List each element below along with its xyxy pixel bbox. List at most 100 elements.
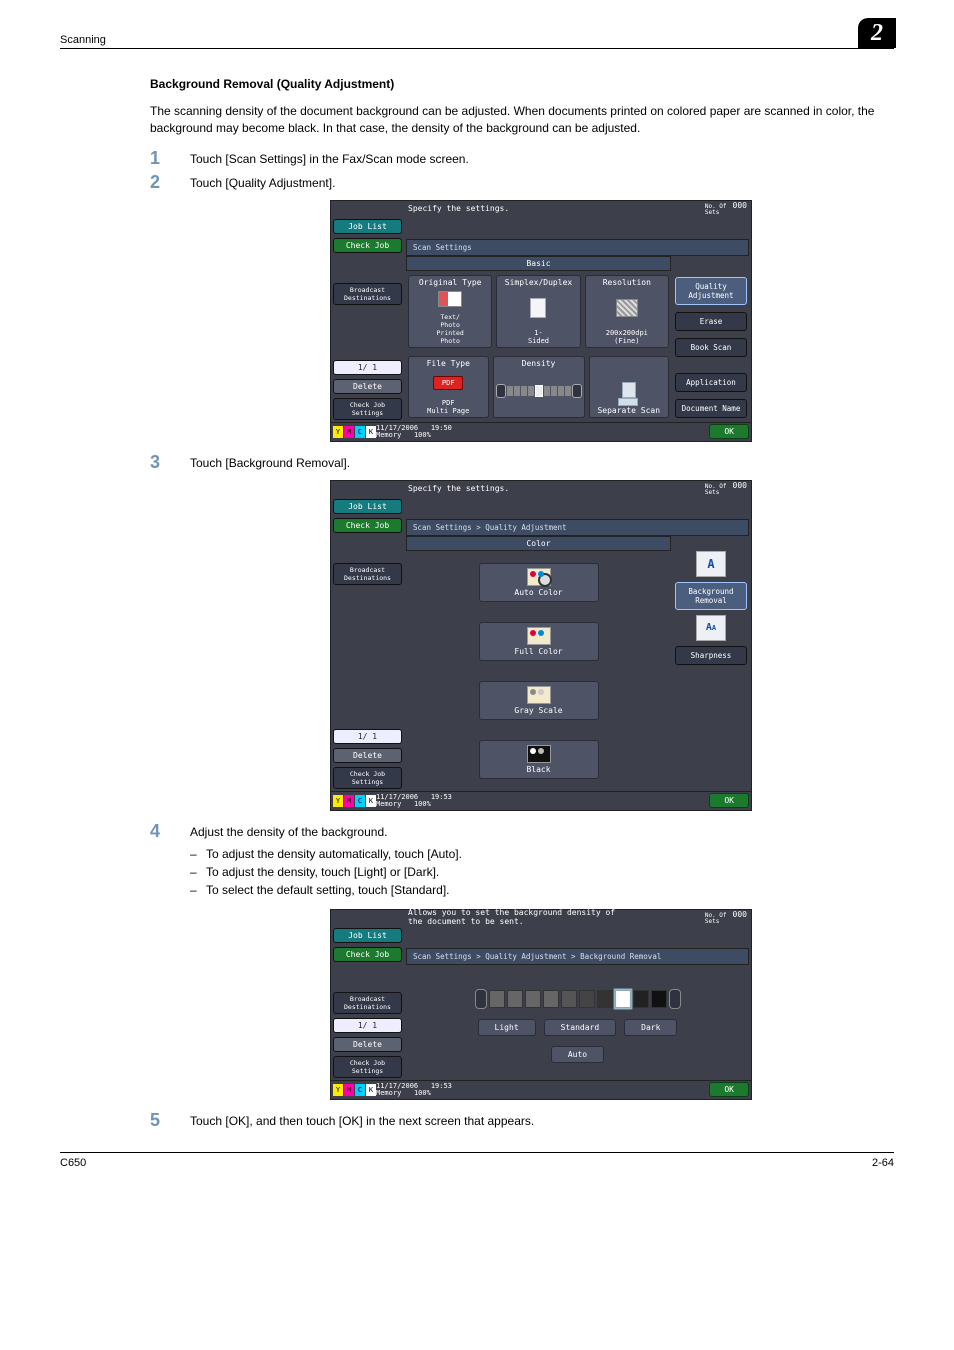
- ok-button[interactable]: OK: [709, 424, 749, 439]
- book-scan-button[interactable]: Book Scan: [675, 338, 747, 357]
- delete-button[interactable]: Delete: [333, 379, 402, 394]
- density-button[interactable]: Density: [493, 356, 585, 418]
- sublabel: 1- Sided: [499, 329, 577, 345]
- density-indicator: [496, 380, 582, 402]
- original-type-button[interactable]: Original Type Text/ Photo Printed Photo: [408, 275, 492, 348]
- substep: To adjust the density, touch [Light] or …: [190, 863, 892, 881]
- gray-scale-icon: [527, 686, 551, 704]
- check-job-button[interactable]: Check Job: [333, 238, 402, 253]
- sharpness-button[interactable]: Sharpness: [675, 646, 747, 665]
- erase-button[interactable]: Erase: [675, 312, 747, 331]
- breadcrumb: Scan Settings > Quality Adjustment > Bac…: [406, 948, 749, 965]
- separate-scan-icon: [616, 382, 642, 406]
- standard-button[interactable]: Standard: [544, 1019, 617, 1036]
- step-4-sublist: To adjust the density automatically, tou…: [190, 845, 892, 899]
- delete-button[interactable]: Delete: [333, 1037, 402, 1052]
- screenshot-quality-adjustment: Specify the settings. No. Of Sets 000 Jo…: [330, 480, 752, 811]
- label: Black: [526, 765, 550, 774]
- check-job-button[interactable]: Check Job: [333, 518, 402, 533]
- slider-right-cap-icon: [669, 989, 681, 1009]
- black-icon: [527, 745, 551, 763]
- footer-page-number: 2-64: [872, 1157, 894, 1169]
- resolution-icon: [616, 299, 638, 317]
- step-text: Adjust the density of the background.: [190, 825, 892, 839]
- gray-scale-button[interactable]: Gray Scale: [479, 681, 599, 720]
- sublabel: Text/ Photo Printed Photo: [411, 313, 489, 345]
- timestamp-time: 19:53: [431, 1082, 452, 1090]
- page-indicator: 1/ 1: [333, 360, 402, 375]
- application-button[interactable]: Application: [675, 373, 747, 392]
- job-list-button[interactable]: Job List: [333, 219, 402, 234]
- memory-value: 100%: [414, 431, 431, 439]
- light-button[interactable]: Light: [478, 1019, 536, 1036]
- memory-label: Memory: [376, 800, 401, 808]
- tab-basic[interactable]: Basic: [406, 256, 671, 271]
- substep: To select the default setting, touch [St…: [190, 881, 892, 899]
- full-color-button[interactable]: Full Color: [479, 622, 599, 661]
- step-number: 2: [150, 172, 180, 193]
- no-of-sets-value: 000: [733, 481, 747, 490]
- job-list-button[interactable]: Job List: [333, 928, 402, 943]
- step-number: 4: [150, 821, 180, 842]
- footer-model: C650: [60, 1157, 86, 1169]
- page-indicator: 1/ 1: [333, 729, 402, 744]
- page-icon: [530, 298, 546, 318]
- quality-adjustment-button[interactable]: Quality Adjustment: [675, 277, 747, 305]
- check-job-button[interactable]: Check Job: [333, 947, 402, 962]
- memory-value: 100%: [414, 1089, 431, 1097]
- full-color-icon: [527, 627, 551, 645]
- step-text: Touch [Background Removal].: [190, 456, 892, 470]
- section-heading: Background Removal (Quality Adjustment): [150, 77, 892, 91]
- background-removal-button[interactable]: Background Removal: [675, 582, 747, 610]
- broadcast-dest-label: Broadcast Destinations: [333, 992, 402, 1014]
- chapter-number: 2: [858, 18, 896, 48]
- sharpness-aa-icon: AA: [696, 615, 726, 641]
- job-list-button[interactable]: Job List: [333, 499, 402, 514]
- memory-value: 100%: [414, 800, 431, 808]
- document-name-button[interactable]: Document Name: [675, 399, 747, 418]
- file-type-button[interactable]: File Type PDF PDF Multi Page: [408, 356, 489, 418]
- page: Scanning 2 Background Removal (Quality A…: [0, 0, 954, 1350]
- label: Resolution: [588, 278, 666, 287]
- content: Background Removal (Quality Adjustment) …: [60, 57, 894, 1128]
- auto-button[interactable]: Auto: [551, 1046, 604, 1063]
- separate-scan-button[interactable]: Separate Scan: [589, 356, 670, 418]
- toner-levels-icon: YMCK: [333, 795, 376, 807]
- tab-color[interactable]: Color: [406, 536, 671, 551]
- resolution-button[interactable]: Resolution 200x200dpi (Fine): [585, 275, 669, 348]
- ok-button[interactable]: OK: [709, 793, 749, 808]
- dark-button[interactable]: Dark: [624, 1019, 677, 1036]
- step-4: 4 Adjust the density of the background. …: [150, 825, 892, 1100]
- step-5: 5 Touch [OK], and then touch [OK] in the…: [150, 1114, 892, 1128]
- black-button[interactable]: Black: [479, 740, 599, 779]
- screenshot-scan-settings: Specify the settings. No. Of Sets 000 Jo…: [330, 200, 752, 442]
- sublabel: 200x200dpi (Fine): [588, 329, 666, 345]
- ok-button[interactable]: OK: [709, 1082, 749, 1097]
- step-number: 5: [150, 1110, 180, 1131]
- step-number: 3: [150, 452, 180, 473]
- screenshot-background-removal: Allows you to set the background density…: [330, 909, 752, 1100]
- label: Gray Scale: [514, 706, 562, 715]
- check-job-settings-button[interactable]: Check Job Settings: [333, 398, 402, 420]
- photo-text-icon: [438, 291, 462, 307]
- step-2: 2 Touch [Quality Adjustment]. Specify th…: [150, 176, 892, 442]
- letter-a-icon: A: [696, 551, 726, 577]
- label: File Type: [411, 359, 486, 368]
- delete-button[interactable]: Delete: [333, 748, 402, 763]
- prompt-text: Specify the settings.: [408, 484, 705, 493]
- no-of-sets-label: No. Of Sets: [705, 204, 727, 216]
- toner-levels-icon: YMCK: [333, 1084, 376, 1096]
- pdf-icon: PDF: [433, 376, 463, 390]
- auto-color-button[interactable]: Auto Color: [479, 563, 599, 602]
- memory-label: Memory: [376, 1089, 401, 1097]
- breadcrumb: Scan Settings: [406, 239, 749, 256]
- toner-levels-icon: YMCK: [333, 426, 376, 438]
- no-of-sets-label: No. Of Sets: [705, 913, 727, 925]
- slider-left-cap-icon: [475, 989, 487, 1009]
- label: Separate Scan: [592, 406, 667, 415]
- check-job-settings-button[interactable]: Check Job Settings: [333, 767, 402, 789]
- simplex-duplex-button[interactable]: Simplex/Duplex 1- Sided: [496, 275, 580, 348]
- check-job-settings-button[interactable]: Check Job Settings: [333, 1056, 402, 1078]
- density-slider[interactable]: [475, 989, 681, 1009]
- step-text: Touch [Scan Settings] in the Fax/Scan mo…: [190, 152, 892, 166]
